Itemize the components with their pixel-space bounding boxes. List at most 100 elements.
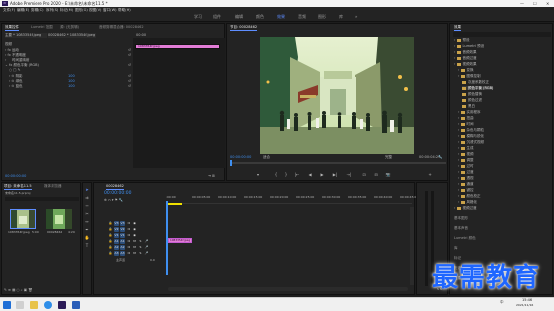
workspace-editing[interactable]: 编辑 (235, 14, 243, 20)
tab-project[interactable]: 项目: 未命名11.5 (4, 184, 32, 190)
export-frame-button[interactable]: 📷 (385, 172, 391, 177)
selection-tool-icon[interactable]: ➤ (84, 187, 90, 193)
effects-tree-item[interactable]: › 音频效果 (454, 50, 477, 54)
timeline-snap-tools[interactable]: ⊕ ∩ ▾ ⚑ 🔧 (104, 198, 123, 203)
effects-tree-item[interactable]: › 实用程序 (458, 110, 481, 114)
button-editor-button[interactable]: + (427, 172, 433, 177)
track-sync-lock-icon[interactable]: ⇉ (126, 245, 131, 250)
track-name-label[interactable]: V3 (120, 221, 125, 226)
mark-in-button[interactable]: { (273, 172, 279, 177)
timeline-clip-v1[interactable]: 1083354f.jpeg (168, 238, 192, 243)
timeline-ruler[interactable]: :00:00 00:00:05:00 00:00:10:00 00:00:15:00 0… (166, 195, 418, 203)
premiere-taskbar-icon[interactable] (58, 301, 66, 309)
track-target-button[interactable]: V2 (114, 227, 119, 232)
effects-tree-item[interactable]: › 键控 (458, 188, 474, 192)
tab-audio-clip-mixer[interactable]: 音频剪辑混合器: 00028462 (99, 25, 144, 30)
side-panel-tab[interactable]: 基本声音 (454, 226, 468, 230)
side-panel-tab[interactable]: 库 (454, 246, 458, 250)
effects-tree-item[interactable]: › 视频 (458, 152, 474, 156)
track-voiceover-icon[interactable]: 🎤 (144, 245, 149, 250)
track-solo-button[interactable]: S (138, 245, 143, 250)
program-quality-select[interactable]: 完整 (385, 155, 392, 160)
effects-tree-item[interactable]: › 视频效果 (454, 62, 477, 66)
param-blue[interactable]: › ⊙ 蓝色 (9, 84, 23, 89)
effect-controls-timecode[interactable]: 00:00:00:00 (5, 174, 26, 179)
workspace-libraries[interactable]: 库 (339, 14, 343, 20)
step-back-button[interactable]: ◀ (307, 172, 313, 177)
effects-search-input[interactable] (453, 32, 551, 37)
track-mute-button[interactable]: M (132, 239, 137, 244)
track-eye-icon[interactable]: ◉ (132, 233, 137, 238)
side-panel-tab[interactable]: Lumetri 颜色 (454, 236, 476, 240)
effect-controls-mini-timeline[interactable] (133, 38, 225, 168)
track-name-label[interactable]: A2 (120, 245, 125, 250)
program-scrub-bar[interactable] (230, 162, 446, 164)
search-icon[interactable] (16, 301, 24, 309)
program-video-frame[interactable] (260, 37, 414, 154)
track-name-label[interactable]: V1 (120, 233, 125, 238)
reset-opacity-icon[interactable]: ↺ (128, 53, 131, 58)
effects-tree-item[interactable]: › 视频过渡 (454, 206, 477, 210)
effects-tree-item[interactable]: 黑白 (462, 104, 475, 108)
effect-controls-clip-bar[interactable]: 1083354f.jpeg (135, 44, 220, 49)
effects-tree-item[interactable]: › 扭曲 (458, 116, 474, 120)
effects-tree-item[interactable]: › 颜色校正 (458, 194, 481, 198)
track-mute-button[interactable]: M (132, 245, 137, 250)
track-voiceover-icon[interactable]: 🎤 (144, 251, 149, 256)
maximize-button[interactable]: ☐ (533, 1, 537, 6)
export-frame-icon[interactable]: ⇥ ⊞ (208, 174, 215, 179)
extract-button[interactable]: ⊟ (373, 172, 379, 177)
effects-tree-item[interactable]: › 过渡 (458, 170, 474, 174)
tab-effects[interactable]: 效果 (454, 25, 461, 31)
track-eye-icon[interactable]: ◉ (132, 227, 137, 232)
program-settings-icon[interactable]: 🔧 (438, 155, 442, 160)
track-sync-lock-icon[interactable]: ⇉ (126, 221, 131, 226)
effects-tree-item[interactable]: › 过时 (458, 164, 474, 168)
go-to-out-button[interactable]: →| (345, 172, 353, 177)
project-sequence-thumb[interactable] (46, 209, 72, 229)
tab-source[interactable]: 源: (无剪辑) (60, 25, 79, 30)
track-lock-icon[interactable]: 🔒 (108, 251, 113, 256)
workspace-effects[interactable]: 效果 (277, 14, 285, 20)
effects-tree-item[interactable]: › 通道 (458, 182, 474, 186)
side-panel-tab[interactable]: 标记 (454, 256, 461, 260)
track-sync-lock-icon[interactable]: ⇉ (126, 239, 131, 244)
track-lock-icon[interactable]: 🔒 (108, 239, 113, 244)
effects-tree-item[interactable]: › 透视 (458, 176, 474, 180)
effects-tree-item[interactable]: › 调整 (458, 158, 474, 162)
track-solo-button[interactable]: S (138, 251, 143, 256)
track-name-label[interactable]: A1 (120, 239, 125, 244)
project-toolbar[interactable]: ✎ ≡ ▦ ○ ⌕ ▣ 🗑 (4, 288, 33, 293)
workspace-color[interactable]: 颜色 (256, 14, 264, 20)
tab-program[interactable]: 节目: 00028462 (230, 25, 258, 31)
timeline-vscroll[interactable] (410, 207, 414, 285)
mask-tools[interactable]: ○ □ ✎ (9, 68, 21, 73)
effects-tree-item[interactable]: › 生成 (458, 146, 474, 150)
program-playhead[interactable] (230, 160, 232, 166)
master-track-level[interactable]: 0.0 (150, 258, 155, 263)
track-target-button[interactable]: V1 (114, 233, 119, 238)
mark-out-button[interactable]: } (283, 172, 289, 177)
slip-tool-icon[interactable]: ↔ (84, 219, 90, 225)
track-lock-icon[interactable]: 🔒 (108, 233, 113, 238)
reset-color-balance-icon[interactable]: ↺ (128, 63, 131, 68)
track-sync-lock-icon[interactable]: ⇉ (126, 251, 131, 256)
track-select-tool-icon[interactable]: ⇉ (84, 195, 90, 201)
track-lock-icon[interactable]: 🔒 (108, 227, 113, 232)
sequence-clip-select[interactable]: 00028462 * 1083354f.jpeg (48, 33, 96, 38)
workspace-audio[interactable]: 音频 (298, 14, 306, 20)
tab-lumetri-scopes[interactable]: Lumetri 范围 (31, 25, 53, 30)
track-target-button[interactable]: V3 (114, 221, 119, 226)
reset-blue-icon[interactable]: ↺ (128, 84, 131, 89)
browser-icon[interactable] (44, 301, 52, 309)
workspace-assembly[interactable]: 组件 (213, 14, 221, 20)
track-name-label[interactable]: A3 (120, 251, 125, 256)
track-lock-icon[interactable]: 🔒 (108, 245, 113, 250)
workspace-graphics[interactable]: 图形 (318, 14, 326, 20)
source-clip-select[interactable]: 主要 * 1083354f.jpeg (5, 33, 47, 38)
track-sync-lock-icon[interactable]: ⇉ (126, 233, 131, 238)
razor-tool-icon[interactable]: ✂ (84, 211, 90, 217)
side-panel-tab[interactable]: 基本图形 (454, 216, 468, 220)
param-blue-value[interactable]: 100 (68, 84, 75, 89)
track-target-button[interactable]: A1 (114, 239, 119, 244)
